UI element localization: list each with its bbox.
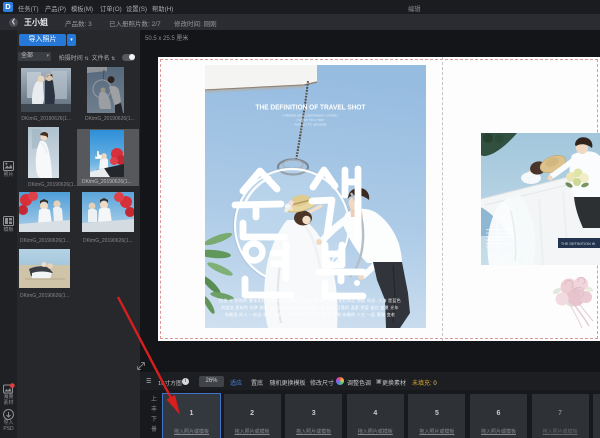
svg-text:捡拾 光 阴凉的 夏末初秋 的海风 吹在脸颊 一起去 看海的: 捡拾 光 阴凉的 夏末初秋 的海风 吹在脸颊 一起去 看海的 誓言 还在耳边 想… (219, 297, 401, 303)
svg-text:和最爱 的人 一起去 旅行 记录下 美好的 瞬间, 余生 很: 和最爱 的人 一起去 旅行 记录下 美好的 瞬间, 余生 很长 要和 有趣的 人… (225, 311, 395, 317)
svg-text:THE DEFINITION OF TRAVEL SHOT: THE DEFINITION OF TRAVEL SHOT (256, 105, 367, 112)
svg-text:的爱恋 是粉色 的梦 想去 远方的 大海边 吹吹风 看一看: 的爱恋 是粉色 的梦 想去 远方的 大海边 吹吹风 看一看 日出 日落的 温柔 … (221, 304, 399, 310)
svg-text:I WENT TO A TRIP: I WENT TO A TRIP (297, 118, 325, 122)
svg-text:A PERSON WHO IS SUPER BUSY LAT: A PERSON WHO IS SUPER BUSY LATTERLY (283, 114, 339, 118)
svg-text:AND GO TO SEASIDE: AND GO TO SEASIDE (295, 123, 327, 127)
svg-text:THE DEFINITION W: THE DEFINITION W (561, 242, 596, 246)
